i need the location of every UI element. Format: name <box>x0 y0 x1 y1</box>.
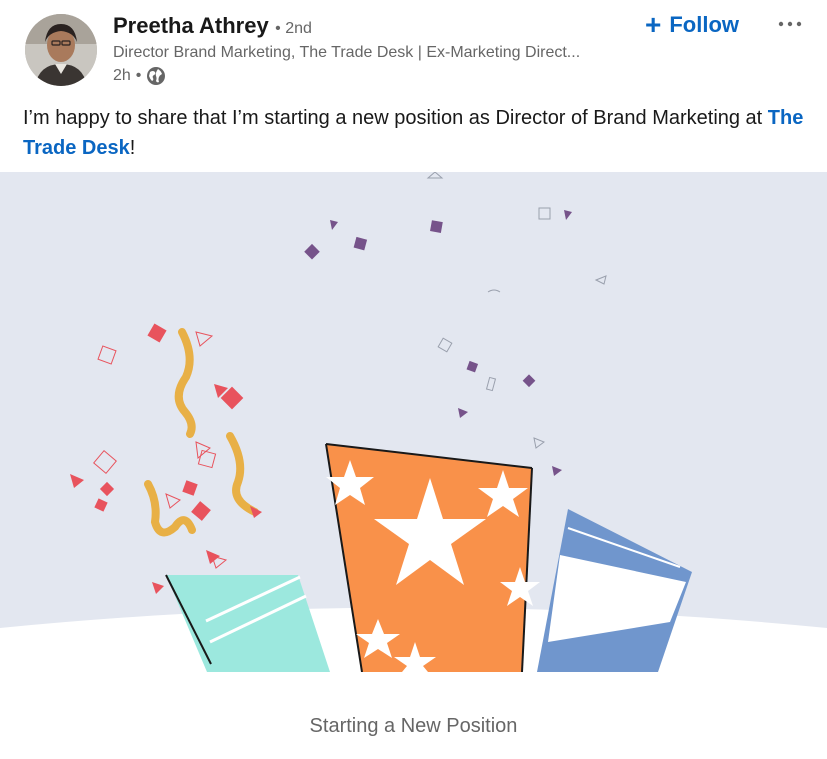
author-headline: Director Brand Marketing, The Trade Desk… <box>113 44 581 61</box>
author-name-row: Preetha Athrey • 2nd <box>113 13 312 39</box>
post-media[interactable] <box>0 171 827 673</box>
post-text-after: ! <box>129 137 136 159</box>
follow-button[interactable]: + Follow <box>645 8 739 42</box>
celebration-illustration <box>0 171 827 673</box>
media-caption: Starting a New Position <box>309 715 518 737</box>
more-options-button[interactable] <box>775 8 807 40</box>
meta-separator: • <box>135 67 142 84</box>
author-name[interactable]: Preetha Athrey <box>113 13 269 38</box>
globe-icon <box>147 67 166 85</box>
post-time: 2h <box>113 67 131 84</box>
post-text-before: I’m happy to share that I’m starting a n… <box>23 107 768 129</box>
profile-photo-icon <box>25 14 97 86</box>
post-text: I’m happy to share that I’m starting a n… <box>23 103 813 163</box>
post-header: Preetha Athrey • 2nd Director Brand Mark… <box>0 0 827 100</box>
connection-degree: • 2nd <box>275 20 312 37</box>
post-meta: 2h • <box>113 66 166 86</box>
author-avatar[interactable] <box>25 14 97 86</box>
plus-icon: + <box>645 9 662 40</box>
ellipsis-icon <box>778 21 802 27</box>
follow-label: Follow <box>669 12 740 37</box>
